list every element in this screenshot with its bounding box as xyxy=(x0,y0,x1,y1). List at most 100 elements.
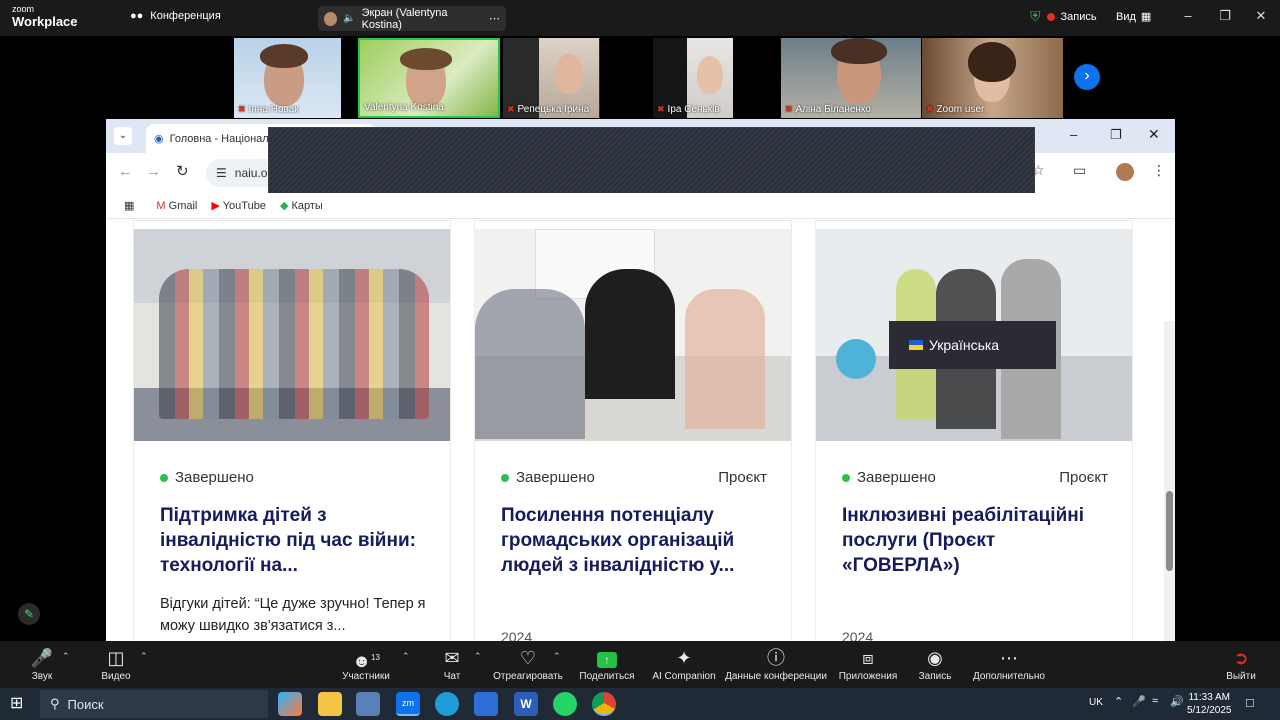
next-page-arrow-icon[interactable]: › xyxy=(1074,64,1100,90)
status-dot-icon xyxy=(501,473,509,482)
view-label: Вид xyxy=(1116,10,1136,23)
ukraine-flag-icon xyxy=(909,340,923,350)
reload-icon[interactable]: ↻ xyxy=(176,162,189,180)
participant-tile[interactable]: ✖ Репецька Ірина xyxy=(503,38,600,118)
more-icon[interactable]: ⋯ xyxy=(489,12,500,25)
browser-menu-icon[interactable]: ⋮ xyxy=(1152,162,1166,179)
volume-icon[interactable]: 🔊 xyxy=(1170,695,1184,708)
project-kind: Проєкт xyxy=(718,469,767,486)
meeting-title[interactable]: ●● Конференция xyxy=(130,10,221,22)
windows-start-icon[interactable]: ⊞ xyxy=(10,695,28,713)
chat-button[interactable]: ✉ Чат xyxy=(436,647,468,682)
chat-options-chevron-icon[interactable]: ⌃ xyxy=(474,651,482,662)
language-selector[interactable]: Українська xyxy=(889,321,1056,369)
participant-tile[interactable]: ✖ Інна Новак xyxy=(234,38,341,118)
taskbar-clock[interactable]: 11:33 AM 5/12/2025 xyxy=(1187,691,1232,717)
project-card[interactable]: Завершено Проєкт Інклюзивні реабілітацій… xyxy=(815,220,1133,641)
back-icon[interactable]: ← xyxy=(118,163,133,180)
meeting-info-button[interactable]: ⓘ Данные конференции xyxy=(724,647,828,682)
notifications-icon[interactable]: □ xyxy=(1246,695,1254,710)
maps-icon: ◆ xyxy=(279,200,289,212)
project-card[interactable]: Завершено Проєкт Посилення потенціалу гр… xyxy=(474,220,792,641)
mic-muted-icon: ✖ xyxy=(238,104,246,114)
participant-name: ✖ Zoom user xyxy=(926,104,985,115)
project-title[interactable]: Інклюзивні реабілітаційні послуги (Проєк… xyxy=(842,503,1117,578)
profile-avatar[interactable] xyxy=(1116,163,1134,181)
minimize-icon[interactable]: – xyxy=(1178,8,1198,26)
close-icon[interactable]: ✕ xyxy=(1251,8,1271,26)
edge-icon[interactable] xyxy=(435,692,459,716)
chrome-icon[interactable] xyxy=(592,692,616,716)
participant-tile[interactable]: ✖ Аліна Біланенко xyxy=(781,38,921,118)
apps-grid-icon[interactable]: ▦ xyxy=(124,199,134,212)
input-language[interactable]: UK xyxy=(1089,697,1103,708)
ai-companion-button[interactable]: ✦ AI Companion xyxy=(650,647,718,682)
mic-muted-icon: ✖ xyxy=(507,104,515,114)
mic-tray-icon[interactable]: 🎤 xyxy=(1132,695,1146,708)
page-scrollbar[interactable] xyxy=(1164,321,1175,641)
view-button[interactable]: Вид ▦ xyxy=(1116,10,1152,24)
wifi-icon[interactable]: ≈ xyxy=(1152,695,1158,707)
recording-indicator[interactable]: ⛨ Запись xyxy=(1030,8,1097,25)
more-button[interactable]: ⋯ Дополнительно xyxy=(970,647,1048,682)
restore-icon[interactable]: ❐ xyxy=(1215,8,1235,26)
bookmark-gmail[interactable]: M Gmail xyxy=(156,200,197,212)
bookmarks-bar: ▦ M Gmail ▶ YouTube ◆ Карты xyxy=(106,193,1175,219)
browser-close-icon[interactable]: ✕ xyxy=(1148,126,1160,143)
project-kind: Проєкт xyxy=(1059,469,1108,486)
clock-time: 11:33 AM xyxy=(1188,692,1230,703)
project-card[interactable]: Завершено Підтримка дітей з інвалідністю… xyxy=(133,220,451,641)
react-options-chevron-icon[interactable]: ⌃ xyxy=(553,651,561,662)
bookmark-youtube[interactable]: ▶ YouTube xyxy=(211,199,266,212)
extensions-icon[interactable]: ▭ xyxy=(1073,162,1086,179)
scrollbar-thumb[interactable] xyxy=(1166,491,1173,571)
video-button[interactable]: ◫ Видео xyxy=(98,647,134,682)
participant-tile[interactable]: ✖ Іра Сеньків xyxy=(653,38,733,118)
taskbar-search[interactable]: ⚲ Поиск xyxy=(40,690,268,718)
people-icon: ●● xyxy=(130,10,144,22)
participant-tile-active-speaker[interactable]: Valentyna Kostina xyxy=(358,38,500,118)
grid-icon: ▦ xyxy=(1140,11,1152,23)
copilot-icon[interactable] xyxy=(278,692,302,716)
video-options-chevron-icon[interactable]: ⌃ xyxy=(140,651,148,662)
zoom-meeting-toolbar: 🎤 Звук ⌃ ◫ Видео ⌃ ☻13 Участники ⌃ ✉ Чат ⌃ ♡… xyxy=(0,641,1280,688)
logo-line1: zoom xyxy=(12,4,35,14)
url-text: naiu.o xyxy=(234,166,268,180)
project-title[interactable]: Посилення потенціалу громадських організ… xyxy=(501,503,776,578)
participants-button[interactable]: ☻13 Участники xyxy=(336,647,396,682)
audio-button[interactable]: 🎤 Звук xyxy=(24,647,60,682)
project-year: 2024 xyxy=(501,629,533,641)
forward-icon[interactable]: → xyxy=(146,163,161,180)
file-explorer-icon[interactable] xyxy=(318,692,342,716)
store-icon[interactable] xyxy=(474,692,498,716)
more-icon: ⋯ xyxy=(1000,648,1018,668)
zoom-app-icon[interactable]: zm xyxy=(396,692,420,716)
participants-options-chevron-icon[interactable]: ⌃ xyxy=(402,651,410,662)
audio-options-chevron-icon[interactable]: ⌃ xyxy=(62,651,70,662)
tab-title: Головна - Національ xyxy=(169,132,275,145)
youtube-icon: ▶ xyxy=(211,200,220,212)
share-screen-button[interactable]: ↑ Поделиться xyxy=(578,647,636,682)
browser-restore-icon[interactable]: ❐ xyxy=(1110,127,1122,143)
screen-share-pill[interactable]: 🔈 Экран (Valentyna Kostina) ⋯ xyxy=(318,6,506,31)
project-title[interactable]: Підтримка дітей з інвалідністю під час в… xyxy=(160,503,435,578)
word-icon[interactable]: W xyxy=(514,692,538,716)
whatsapp-icon[interactable] xyxy=(553,692,577,716)
browser-minimize-icon[interactable]: – xyxy=(1070,127,1077,142)
record-button[interactable]: ◉ Запись xyxy=(914,647,956,682)
leave-button[interactable]: ➲ Выйти xyxy=(1222,647,1260,682)
participant-name: ✖ Інна Новак xyxy=(238,104,299,115)
logo-line2: Workplace xyxy=(12,14,78,29)
app-icon[interactable] xyxy=(356,692,380,716)
clock-date: 5/12/2025 xyxy=(1187,705,1232,716)
share-label: Экран (Valentyna Kostina) xyxy=(361,6,448,31)
annotate-pencil-icon[interactable]: ✎ xyxy=(18,603,40,625)
site-favicon-icon: ◉ xyxy=(154,133,164,145)
apps-button[interactable]: ⧈ Приложения xyxy=(836,647,900,682)
language-label: Українська xyxy=(929,337,1000,353)
tab-list-chevron-icon[interactable]: ⌄ xyxy=(114,127,132,145)
record-icon: ◉ xyxy=(927,648,943,668)
participant-tile[interactable]: ✖ Zoom user xyxy=(922,38,1063,118)
bookmark-maps[interactable]: ◆ Карты xyxy=(280,199,323,212)
tray-chevron-icon[interactable]: ⌃ xyxy=(1114,695,1123,708)
